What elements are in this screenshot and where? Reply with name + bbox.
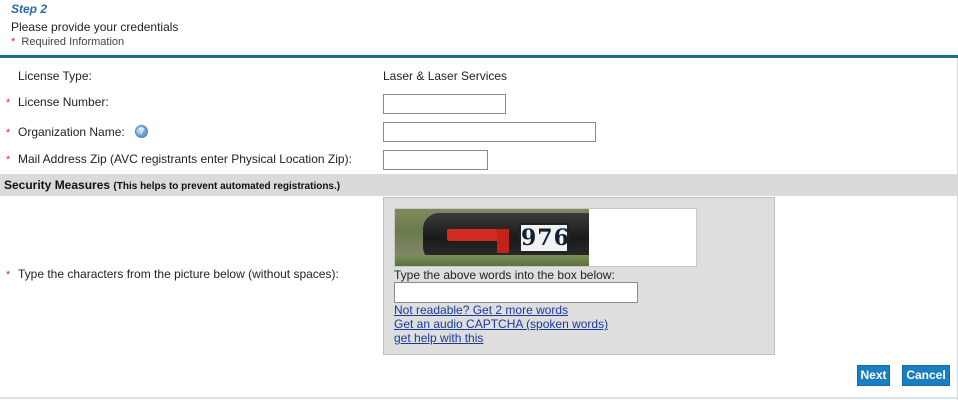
captcha-input[interactable] xyxy=(394,282,638,303)
required-info-note: * Required Information xyxy=(11,36,124,48)
cancel-button[interactable]: Cancel xyxy=(902,365,950,386)
mailbox-flag-post xyxy=(497,229,509,253)
security-measures-title: Security Measures xyxy=(4,178,111,192)
captcha-image-text: 976 xyxy=(519,223,570,253)
captcha-audio-link[interactable]: Get an audio CAPTCHA (spoken words) xyxy=(394,317,608,331)
organization-name-label: Organization Name: xyxy=(18,125,125,139)
security-measures-note: (This helps to prevent automated registr… xyxy=(113,181,341,192)
captcha-more-words-link[interactable]: Not readable? Get 2 more words xyxy=(394,303,568,317)
step-subtitle: Please provide your credentials xyxy=(11,20,179,34)
license-type-value: Laser & Laser Services xyxy=(383,69,508,83)
captcha-help-link[interactable]: get help with this xyxy=(394,331,483,345)
license-number-input[interactable] xyxy=(383,94,506,114)
registration-step-2: Step 2 Please provide your credentials *… xyxy=(0,0,958,400)
required-star: * xyxy=(11,36,16,48)
organization-name-input[interactable] xyxy=(383,122,596,142)
captcha-label: Type the characters from the picture bel… xyxy=(18,267,339,281)
license-type-label: License Type: xyxy=(18,69,92,83)
panel-bottom-border xyxy=(0,397,958,399)
mail-zip-required-star: * xyxy=(6,154,11,166)
captcha-photo-ground xyxy=(395,255,589,266)
help-icon[interactable]: ? xyxy=(135,125,148,138)
security-measures-heading: Security Measures (This helps to prevent… xyxy=(4,178,340,192)
security-measures-bar: Security Measures (This helps to prevent… xyxy=(0,174,958,196)
next-button[interactable]: Next xyxy=(857,365,890,386)
captcha-caption: Type the above words into the box below: xyxy=(394,268,615,282)
license-number-required-star: * xyxy=(6,97,11,109)
captcha-panel: 976 Type the above words into the box be… xyxy=(383,197,775,355)
header-divider xyxy=(0,55,958,58)
license-number-label: License Number: xyxy=(18,95,109,109)
step-title: Step 2 xyxy=(11,2,48,16)
captcha-required-star: * xyxy=(6,269,11,281)
mail-zip-input[interactable] xyxy=(383,150,488,170)
captcha-image: 976 xyxy=(394,208,697,267)
organization-name-required-star: * xyxy=(6,127,11,139)
required-info-text: Required Information xyxy=(21,36,125,48)
mail-zip-label: Mail Address Zip (AVC registrants enter … xyxy=(18,152,352,166)
captcha-photo: 976 xyxy=(395,209,589,266)
